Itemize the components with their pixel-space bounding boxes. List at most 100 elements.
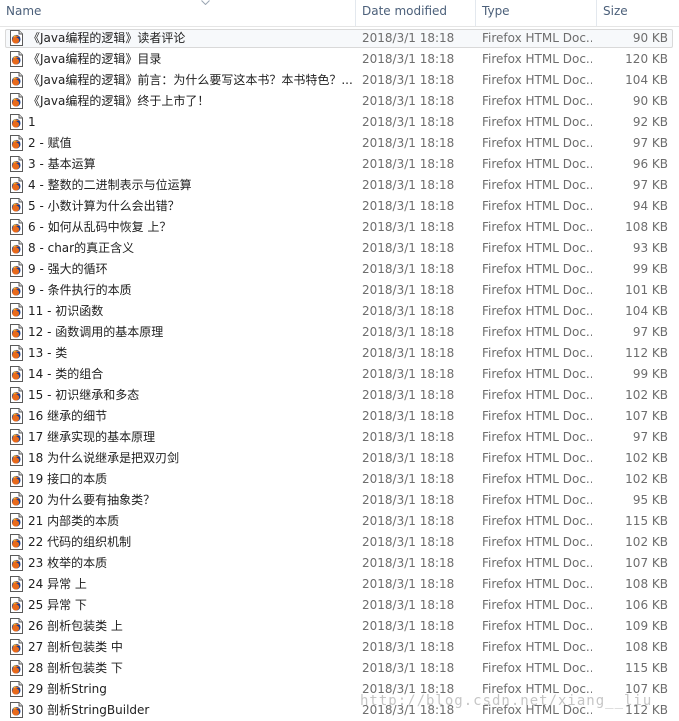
file-row[interactable]: 22 代码的组织机制 2018/3/1 18:18 Firefox HTML Doc…	[0, 532, 679, 553]
file-date-modified: 2018/3/1 18:18	[362, 115, 455, 129]
column-header-date-label: Date modified	[362, 4, 448, 18]
file-type: Firefox HTML Doc...	[482, 136, 592, 150]
file-date-modified: 2018/3/1 18:18	[362, 598, 455, 612]
file-type: Firefox HTML Doc...	[482, 367, 592, 381]
file-row[interactable]: 24 异常 上 2018/3/1 18:18 Firefox HTML Doc...…	[0, 574, 679, 595]
file-type: Firefox HTML Doc...	[482, 73, 592, 87]
file-size: 120 KB	[625, 52, 668, 66]
file-row[interactable]: 《Java编程的逻辑》前言：为什么要写这本书？本书特色？... 2018/3/1 …	[0, 70, 679, 91]
file-name: 2 - 赋值	[28, 136, 72, 150]
file-type: Firefox HTML Doc...	[482, 178, 592, 192]
column-header-date-modified[interactable]: Date modified	[356, 0, 476, 26]
file-type: Firefox HTML Doc...	[482, 115, 592, 129]
file-type: Firefox HTML Doc...	[482, 619, 592, 633]
file-row[interactable]: 20 为什么要有抽象类？ 2018/3/1 18:18 Firefox HTML D…	[0, 490, 679, 511]
file-row[interactable]: 12 - 函数调用的基本原理 2018/3/1 18:18 Firefox HTML…	[0, 322, 679, 343]
file-date-modified: 2018/3/1 18:18	[362, 262, 455, 276]
firefox-html-file-icon	[10, 555, 23, 571]
file-row[interactable]: 3 - 基本运算 2018/3/1 18:18 Firefox HTML Doc..…	[0, 154, 679, 175]
file-row[interactable]: 14 - 类的组合 2018/3/1 18:18 Firefox HTML Doc.…	[0, 364, 679, 385]
firefox-html-file-icon	[10, 135, 23, 151]
file-row[interactable]: 《Java编程的逻辑》终于上市了！ 2018/3/1 18:18 Firefox H…	[0, 91, 679, 112]
firefox-html-file-icon	[10, 156, 23, 172]
file-date-modified: 2018/3/1 18:18	[362, 325, 455, 339]
file-row[interactable]: 18 为什么说继承是把双刃剑 2018/3/1 18:18 Firefox HTML…	[0, 448, 679, 469]
firefox-html-file-icon	[10, 450, 23, 466]
firefox-html-file-icon	[10, 534, 23, 550]
file-name: 18 为什么说继承是把双刃剑	[28, 451, 180, 465]
file-row[interactable]: 2 - 赋值 2018/3/1 18:18 Firefox HTML Doc... 9…	[0, 133, 679, 154]
file-date-modified: 2018/3/1 18:18	[362, 535, 455, 549]
file-row[interactable]: 19 接口的本质 2018/3/1 18:18 Firefox HTML Doc..…	[0, 469, 679, 490]
file-row[interactable]: 4 - 整数的二进制表示与位运算 2018/3/1 18:18 Firefox HT…	[0, 175, 679, 196]
column-header-type[interactable]: Type	[476, 0, 597, 26]
file-type: Firefox HTML Doc...	[482, 262, 592, 276]
file-type: Firefox HTML Doc...	[482, 388, 592, 402]
file-row[interactable]: 6 - 如何从乱码中恢复 上？ 2018/3/1 18:18 Firefox HTM…	[0, 217, 679, 238]
file-date-modified: 2018/3/1 18:18	[362, 136, 455, 150]
file-row[interactable]: 25 异常 下 2018/3/1 18:18 Firefox HTML Doc...…	[0, 595, 679, 616]
file-row[interactable]: 26 剖析包装类 上 2018/3/1 18:18 Firefox HTML Doc…	[0, 616, 679, 637]
column-header-size-label: Size	[603, 4, 628, 18]
column-header-name[interactable]: Name	[0, 0, 356, 26]
file-size: 90 KB	[632, 31, 668, 45]
file-date-modified: 2018/3/1 18:18	[362, 556, 455, 570]
file-size: 107 KB	[625, 556, 668, 570]
file-name: 26 剖析包装类 上	[28, 619, 123, 633]
firefox-html-file-icon	[10, 219, 23, 235]
file-type: Firefox HTML Doc...	[482, 94, 592, 108]
file-date-modified: 2018/3/1 18:18	[362, 31, 455, 45]
file-list: 《Java编程的逻辑》读者评论 2018/3/1 18:18 Firefox HTM…	[0, 28, 679, 721]
file-date-modified: 2018/3/1 18:18	[362, 52, 455, 66]
watermark-text: http://blog.csdn.net/xiang__liu	[360, 693, 653, 709]
file-row[interactable]: 28 剖析包装类 下 2018/3/1 18:18 Firefox HTML Doc…	[0, 658, 679, 679]
file-row[interactable]: 23 枚举的本质 2018/3/1 18:18 Firefox HTML Doc..…	[0, 553, 679, 574]
file-row[interactable]: 9 - 条件执行的本质 2018/3/1 18:18 Firefox HTML Do…	[0, 280, 679, 301]
file-type: Firefox HTML Doc...	[482, 535, 592, 549]
file-size: 107 KB	[625, 409, 668, 423]
file-row[interactable]: 《Java编程的逻辑》目录 2018/3/1 18:18 Firefox HTML …	[0, 49, 679, 70]
file-row[interactable]: 17 继承实现的基本原理 2018/3/1 18:18 Firefox HTML D…	[0, 427, 679, 448]
file-type: Firefox HTML Doc...	[482, 640, 592, 654]
file-name: 8 - char的真正含义	[28, 241, 135, 255]
file-row[interactable]: 21 内部类的本质 2018/3/1 18:18 Firefox HTML Doc.…	[0, 511, 679, 532]
file-name: 《Java编程的逻辑》终于上市了！	[28, 94, 210, 108]
firefox-html-file-icon	[10, 702, 23, 718]
file-date-modified: 2018/3/1 18:18	[362, 304, 455, 318]
file-name: 《Java编程的逻辑》读者评论	[28, 31, 186, 45]
file-row[interactable]: 5 - 小数计算为什么会出错？ 2018/3/1 18:18 Firefox HTM…	[0, 196, 679, 217]
file-size: 102 KB	[625, 451, 668, 465]
firefox-html-file-icon	[10, 618, 23, 634]
file-name: 29 剖析String	[28, 682, 107, 696]
file-name: 6 - 如何从乱码中恢复 上？	[28, 220, 172, 234]
file-name: 3 - 基本运算	[28, 157, 96, 171]
file-row[interactable]: 11 - 初识函数 2018/3/1 18:18 Firefox HTML Doc.…	[0, 301, 679, 322]
file-date-modified: 2018/3/1 18:18	[362, 157, 455, 171]
file-name: 27 剖析包装类 中	[28, 640, 123, 654]
file-type: Firefox HTML Doc...	[482, 325, 592, 339]
file-date-modified: 2018/3/1 18:18	[362, 577, 455, 591]
file-row[interactable]: 27 剖析包装类 中 2018/3/1 18:18 Firefox HTML Doc…	[0, 637, 679, 658]
file-row[interactable]: 16 继承的细节 2018/3/1 18:18 Firefox HTML Doc..…	[0, 406, 679, 427]
file-row[interactable]: 9 - 强大的循环 2018/3/1 18:18 Firefox HTML Doc.…	[0, 259, 679, 280]
file-row[interactable]: 8 - char的真正含义 2018/3/1 18:18 Firefox HTML …	[0, 238, 679, 259]
file-row[interactable]: 15 - 初识继承和多态 2018/3/1 18:18 Firefox HTML D…	[0, 385, 679, 406]
file-row[interactable]: 13 - 类 2018/3/1 18:18 Firefox HTML Doc... 1…	[0, 343, 679, 364]
file-date-modified: 2018/3/1 18:18	[362, 640, 455, 654]
firefox-html-file-icon	[10, 597, 23, 613]
file-date-modified: 2018/3/1 18:18	[362, 514, 455, 528]
file-size: 99 KB	[632, 367, 668, 381]
file-size: 97 KB	[632, 136, 668, 150]
column-header-size[interactable]: Size	[597, 0, 679, 26]
file-date-modified: 2018/3/1 18:18	[362, 388, 455, 402]
file-row[interactable]: 1 2018/3/1 18:18 Firefox HTML Doc... 92 KB	[0, 112, 679, 133]
firefox-html-file-icon	[10, 639, 23, 655]
firefox-html-file-icon	[10, 660, 23, 676]
file-type: Firefox HTML Doc...	[482, 283, 592, 297]
file-size: 106 KB	[625, 598, 668, 612]
file-row[interactable]: 《Java编程的逻辑》读者评论 2018/3/1 18:18 Firefox HTM…	[0, 28, 679, 49]
file-type: Firefox HTML Doc...	[482, 451, 592, 465]
file-name: 4 - 整数的二进制表示与位运算	[28, 178, 192, 192]
file-name: 11 - 初识函数	[28, 304, 104, 318]
file-size: 102 KB	[625, 472, 668, 486]
